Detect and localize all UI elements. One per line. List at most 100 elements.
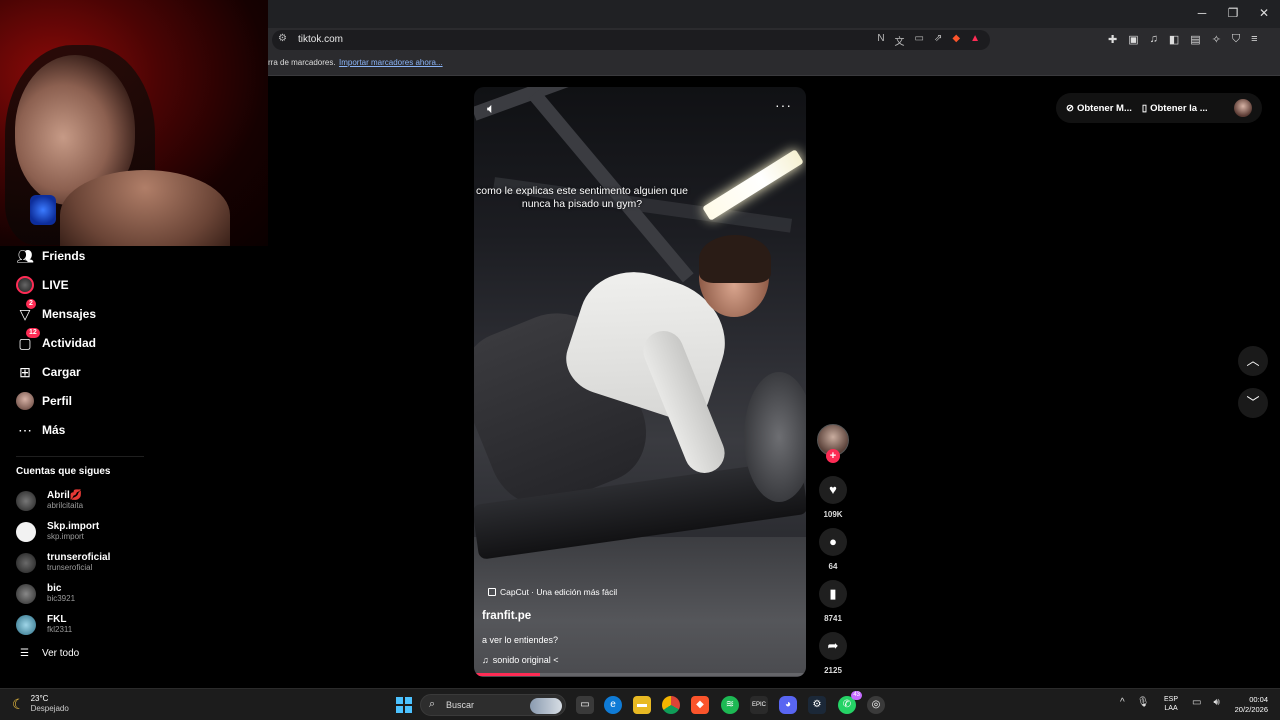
brave-shield-icon[interactable]: ◆: [952, 33, 960, 48]
sidebar-item-label: Perfil: [42, 394, 73, 408]
messages-badge: 2: [26, 299, 36, 309]
weather-widget[interactable]: ☾ 23°C Despejado: [12, 694, 69, 714]
translate-icon[interactable]: 文: [895, 33, 905, 48]
url-text[interactable]: tiktok.com: [298, 34, 343, 45]
search-icon: ⌕: [429, 698, 436, 710]
screenshot-icon[interactable]: ▣: [1128, 33, 1138, 46]
volume-icon[interactable]: 🔈︎: [487, 100, 495, 117]
following-account[interactable]: Abril💋 abrilcitaita: [16, 490, 83, 511]
video-progress-fill: [474, 673, 541, 676]
chrome-icon[interactable]: [662, 696, 680, 714]
bookmarks-label: rra de marcadores.: [268, 58, 336, 67]
spotify-icon[interactable]: ≋: [721, 696, 739, 714]
sidebar-item-activity[interactable]: ▢ 12 Actividad: [16, 328, 96, 353]
next-video-button[interactable]: ﹀: [1238, 388, 1268, 418]
reader-icon[interactable]: N: [877, 33, 884, 48]
video-description: a ver lo entiendes?: [482, 635, 559, 645]
sidebar-item-profile[interactable]: Perfil: [16, 391, 72, 411]
sidebar-item-upload[interactable]: ⊞ Cargar: [16, 362, 81, 382]
close-button[interactable]: ✕: [1254, 6, 1274, 20]
app-icon[interactable]: ◎: [867, 696, 885, 714]
import-bookmarks-link[interactable]: Importar marcadores ahora...: [339, 58, 443, 67]
account-name: Abril💋: [47, 490, 83, 501]
share-arrow-icon: ➦: [827, 638, 839, 653]
ceiling-beam: [474, 87, 684, 121]
windows-taskbar: ☾ 23°C Despejado ⌕ Buscar ▭ e ▬ ◆ ≋ EPIC …: [0, 688, 1280, 720]
sidebar-item-label: LIVE: [42, 278, 69, 292]
minimize-button[interactable]: ─: [1192, 6, 1212, 20]
brave-rewards-icon[interactable]: ▲: [970, 33, 980, 48]
extensions-icon[interactable]: ✚: [1108, 33, 1117, 46]
sidebar-item-friends[interactable]: 👥︎ Friends: [16, 246, 85, 266]
tray-chevron-icon[interactable]: ^: [1120, 697, 1125, 708]
site-settings-icon[interactable]: ⚙: [278, 33, 287, 44]
search-highlight-image: [530, 698, 562, 714]
capcut-tag[interactable]: CapCut · Una edición más fácil: [488, 587, 617, 597]
more-options-icon[interactable]: ···: [775, 97, 792, 113]
ceiling-light: [702, 149, 804, 221]
start-button[interactable]: [396, 697, 412, 713]
get-app-button[interactable]: ▯ Obtener la ...: [1142, 103, 1208, 114]
music-icon[interactable]: ♫: [1150, 33, 1158, 46]
video-sound[interactable]: ♫ sonido original <: [482, 655, 559, 665]
taskbar-search[interactable]: ⌕ Buscar: [420, 694, 566, 716]
cast-icon[interactable]: ▭: [915, 33, 924, 48]
edge-icon[interactable]: e: [604, 696, 622, 714]
following-account[interactable]: FKL fkl2311: [16, 614, 72, 635]
steam-icon[interactable]: ⚙: [808, 696, 826, 714]
volume-tray-icon[interactable]: 🔊︎: [1213, 697, 1219, 708]
file-explorer-icon[interactable]: ▬: [633, 696, 651, 714]
menu-icon[interactable]: ≡: [1251, 33, 1257, 46]
vpn-icon[interactable]: ⛉: [1232, 33, 1240, 46]
user-avatar[interactable]: [1234, 99, 1252, 117]
network-icon[interactable]: ▭: [1192, 697, 1201, 708]
taskbar-clock[interactable]: 00:04 20/2/2026: [1222, 695, 1268, 715]
sidebar-item-more[interactable]: ⋯ Más: [16, 420, 65, 440]
get-app-bar: ⊘ Obtener M... ▯ Obtener la ...: [1056, 93, 1262, 123]
sound-label: sonido original <: [492, 655, 559, 665]
discord-icon[interactable]: ◕: [779, 696, 797, 714]
temperature: 23°C: [30, 694, 49, 703]
save-button[interactable]: ▮: [819, 580, 847, 608]
account-handle: fkl2311: [47, 625, 73, 634]
get-coins-button[interactable]: ⊘ Obtener M...: [1066, 103, 1132, 114]
follow-plus-icon[interactable]: +: [826, 449, 840, 463]
following-account[interactable]: Skp.import skp.import: [16, 521, 99, 542]
wallet-icon[interactable]: ▤: [1190, 33, 1200, 46]
brave-icon[interactable]: ◆: [691, 696, 709, 714]
moon-icon: ☾: [12, 695, 25, 712]
address-bar: ⚙ tiktok.com N 文 ▭ ⇗ ◆ ▲ ✚ ▣ ♫ ◧ ▤ ✧ ⛉ ≡: [268, 28, 1280, 52]
sidebar-item-messages[interactable]: ▽ 2 Mensajes: [16, 299, 96, 324]
epic-games-icon[interactable]: EPIC: [750, 696, 768, 714]
avatar: [16, 583, 36, 604]
video-author[interactable]: franfit.pe: [482, 610, 531, 622]
heart-icon: ♥: [829, 482, 837, 497]
microphone-icon[interactable]: 🎙︎: [1137, 697, 1150, 708]
account-name: Skp.import: [47, 521, 100, 532]
system-tray: ^ 🎙︎: [1120, 697, 1149, 708]
share-button[interactable]: ➦: [819, 632, 847, 660]
following-account[interactable]: bic bic3921: [16, 583, 75, 604]
like-button[interactable]: ♥: [819, 476, 847, 504]
capcut-icon: [488, 588, 496, 596]
sidebar-toggle-icon[interactable]: ◧: [1169, 33, 1179, 46]
video-player[interactable]: 🔈︎ ··· como le explicas este sentimento …: [474, 87, 806, 677]
see-all-button[interactable]: ☰ Ver todo: [20, 648, 79, 659]
coin-icon: ⊘: [1066, 102, 1074, 114]
following-account[interactable]: trunseroficial trunseroficial: [16, 552, 110, 573]
video-caption: como le explicas este sentimento alguien…: [476, 185, 688, 210]
account-name: trunseroficial: [47, 552, 111, 563]
leo-icon[interactable]: ✧: [1212, 33, 1221, 46]
language-indicator[interactable]: ESP LAA: [1164, 695, 1178, 713]
sidebar-item-live[interactable]: LIVE: [16, 275, 69, 295]
video-progress-bar[interactable]: [474, 673, 806, 676]
avatar: [16, 552, 36, 573]
url-field[interactable]: ⚙ tiktok.com N 文 ▭ ⇗ ◆ ▲: [272, 30, 990, 50]
whatsapp-icon[interactable]: ✆ 43: [838, 691, 862, 714]
task-view-icon[interactable]: ▭: [576, 696, 594, 714]
comment-button[interactable]: ●: [819, 528, 847, 556]
get-app-label: Obtener la ...: [1150, 102, 1208, 114]
previous-video-button[interactable]: ︿: [1238, 346, 1268, 376]
share-icon[interactable]: ⇗: [934, 33, 942, 48]
maximize-button[interactable]: ❐: [1223, 6, 1243, 20]
